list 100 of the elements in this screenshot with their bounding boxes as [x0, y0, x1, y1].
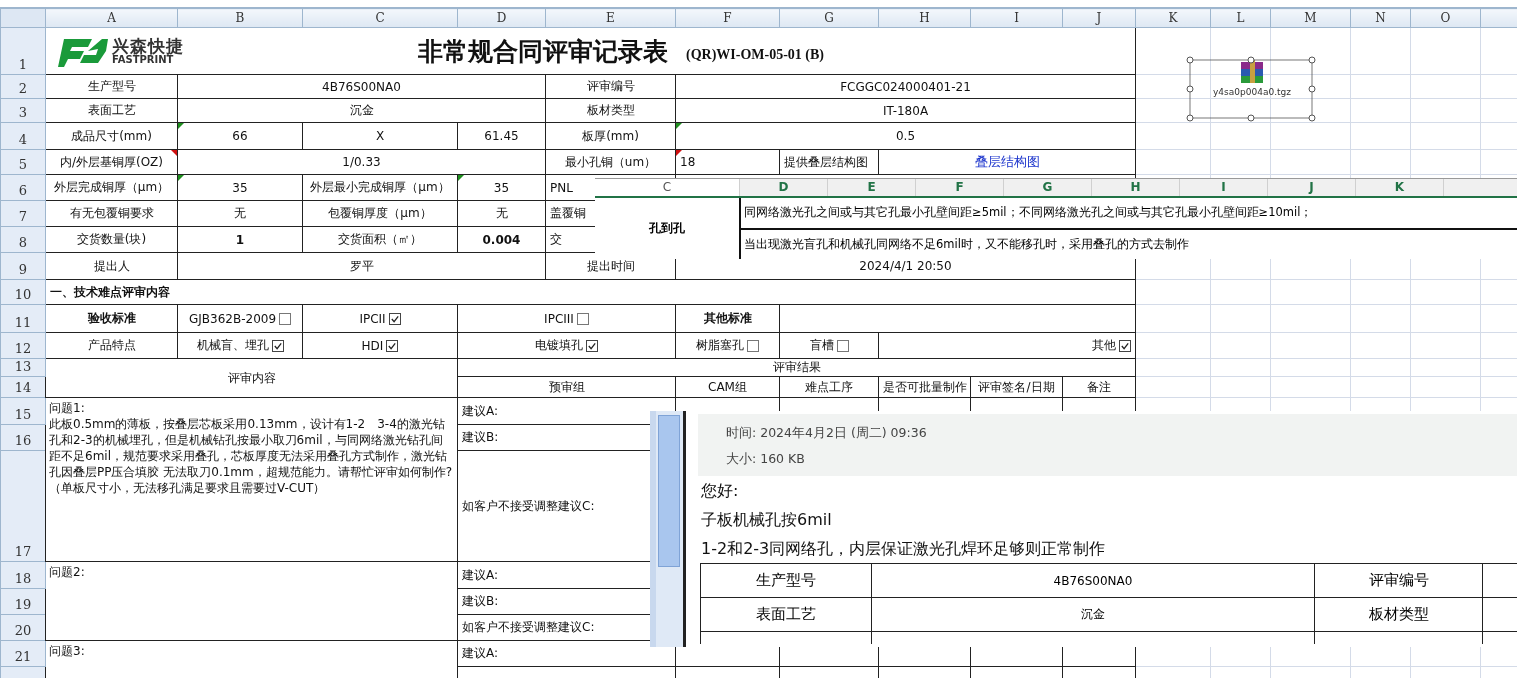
column-header[interactable]: N	[1350, 8, 1411, 28]
row-header[interactable]: 8	[0, 226, 46, 253]
row-header[interactable]: 14	[0, 376, 46, 398]
column-header[interactable]: L	[1210, 8, 1271, 28]
link[interactable]: 叠层结构图	[974, 154, 1040, 169]
row-header[interactable]: 10	[0, 279, 46, 305]
checkbox[interactable]	[586, 339, 598, 352]
table-cell: 表面工艺	[700, 597, 872, 632]
column-header[interactable]: M	[1270, 8, 1351, 28]
scrollbar[interactable]	[650, 411, 686, 647]
table-cell: 4B76S00NA0	[177, 74, 546, 99]
table-cell: 评审内容	[45, 358, 458, 398]
archive-icon	[1239, 60, 1265, 84]
table-cell: 评审签名/日期	[970, 376, 1063, 398]
column-header[interactable]: K	[1135, 8, 1211, 28]
table-cell: 35	[177, 174, 303, 201]
table-cell: 4B76S00NA0	[871, 563, 1315, 598]
scrollbar-thumb[interactable]	[658, 415, 680, 567]
column-header[interactable]: E	[828, 179, 916, 196]
table-cell: 表面工艺	[45, 98, 178, 123]
row-header[interactable]: 12	[0, 332, 46, 359]
row-header[interactable]: 4	[0, 122, 46, 150]
table-cell: 备注	[1062, 376, 1136, 398]
column-header[interactable]: B	[177, 8, 303, 28]
table-cell: IT-180A	[675, 98, 1136, 123]
row-header[interactable]: 16	[0, 424, 46, 451]
table-cell: 其他标准	[675, 304, 780, 333]
email-text: 子板机械孔按6mil	[701, 510, 832, 529]
table-cell: 提供叠层结构图	[779, 149, 879, 175]
column-header[interactable]: E	[545, 8, 676, 28]
row-header[interactable]: 20	[0, 614, 46, 641]
row-header[interactable]: 15	[0, 397, 46, 425]
checkbox[interactable]	[747, 339, 759, 352]
table-cell: 问题2:	[45, 561, 458, 641]
checkbox[interactable]	[271, 339, 284, 352]
row-header[interactable]: 6	[0, 174, 46, 201]
column-header[interactable]: I	[970, 8, 1063, 28]
checkbox[interactable]	[1119, 339, 1131, 352]
table-cell: 生产型号	[700, 563, 872, 598]
table-cell: 包覆铜厚度（μm）	[302, 200, 458, 227]
row-header[interactable]: 7	[0, 200, 46, 227]
table-cell: 是否可批量制作	[878, 376, 971, 398]
table-cell: 最小孔铜（um）	[545, 149, 676, 175]
table-cell: X	[302, 122, 458, 150]
comment-marker[interactable]	[178, 175, 184, 181]
checkbox[interactable]	[388, 312, 401, 325]
checkbox-label: IPCII	[359, 311, 386, 326]
comment-marker[interactable]	[676, 150, 682, 156]
column-header[interactable]: J	[1062, 8, 1136, 28]
comment-marker[interactable]	[458, 175, 464, 181]
column-header[interactable]: O	[1410, 8, 1481, 28]
table-cell: 评审编号	[545, 74, 676, 99]
column-header[interactable]: J	[1268, 179, 1356, 196]
row-header[interactable]: 21	[0, 640, 46, 667]
checkbox-label: IPCIII	[544, 311, 574, 326]
table-cell: FCGGC024000401-21	[675, 74, 1136, 99]
comment-marker[interactable]	[171, 150, 177, 156]
column-header[interactable]: H	[878, 8, 971, 28]
column-header[interactable]: F	[916, 179, 1004, 196]
table-cell: 61.45	[457, 122, 546, 150]
column-header[interactable]: G	[779, 8, 879, 28]
checkbox-label: GJB362B-2009	[188, 311, 277, 326]
column-header[interactable]: K	[1356, 179, 1444, 196]
column-header[interactable]: F	[675, 8, 780, 28]
comment-marker[interactable]	[676, 123, 682, 129]
column-header[interactable]: A	[45, 8, 178, 28]
table-cell: 板材类型	[545, 98, 676, 123]
row-header[interactable]: 3	[0, 98, 46, 123]
checkbox[interactable]	[836, 339, 849, 352]
row-header[interactable]: 1	[0, 27, 46, 75]
row-header[interactable]: 18	[0, 561, 46, 589]
row-header[interactable]: 9	[0, 252, 46, 280]
checkbox[interactable]	[386, 339, 399, 352]
checkbox[interactable]	[576, 312, 589, 325]
table-cell: 产品特点	[45, 332, 178, 359]
table-cell: 交货面积（㎡）	[302, 226, 458, 253]
row-header[interactable]: 11	[0, 304, 46, 333]
table-cell: 无	[457, 200, 546, 227]
column-header[interactable]: C	[302, 8, 458, 28]
column-header[interactable]: G	[1004, 179, 1092, 196]
brand-name-english: FASTPRINT	[112, 54, 174, 65]
table-cell: 35	[457, 174, 546, 201]
row-header[interactable]: 17	[0, 450, 46, 562]
row-header[interactable]: 5	[0, 149, 46, 175]
row-header[interactable]: 2	[0, 74, 46, 99]
checkmark-icon	[587, 340, 597, 351]
checkbox[interactable]	[279, 312, 292, 325]
email-time: 时间: 2024年4月2日 (周二) 09:36	[726, 424, 928, 442]
column-header[interactable]: D	[457, 8, 546, 28]
table-cell: 罗平	[177, 252, 546, 280]
table-cell: 难点工序	[779, 376, 879, 398]
column-header[interactable]: H	[1092, 179, 1180, 196]
table-cell: 66	[177, 122, 303, 150]
file-name: y4sa0p004a0.tgz	[1213, 87, 1291, 97]
row-header[interactable]: 19	[0, 588, 46, 615]
column-header[interactable]: D	[740, 179, 828, 196]
column-header[interactable]: C	[595, 179, 740, 196]
column-header[interactable]: I	[1180, 179, 1268, 196]
comment-marker[interactable]	[178, 123, 184, 129]
checkbox-label: 电镀填孔	[535, 337, 583, 354]
